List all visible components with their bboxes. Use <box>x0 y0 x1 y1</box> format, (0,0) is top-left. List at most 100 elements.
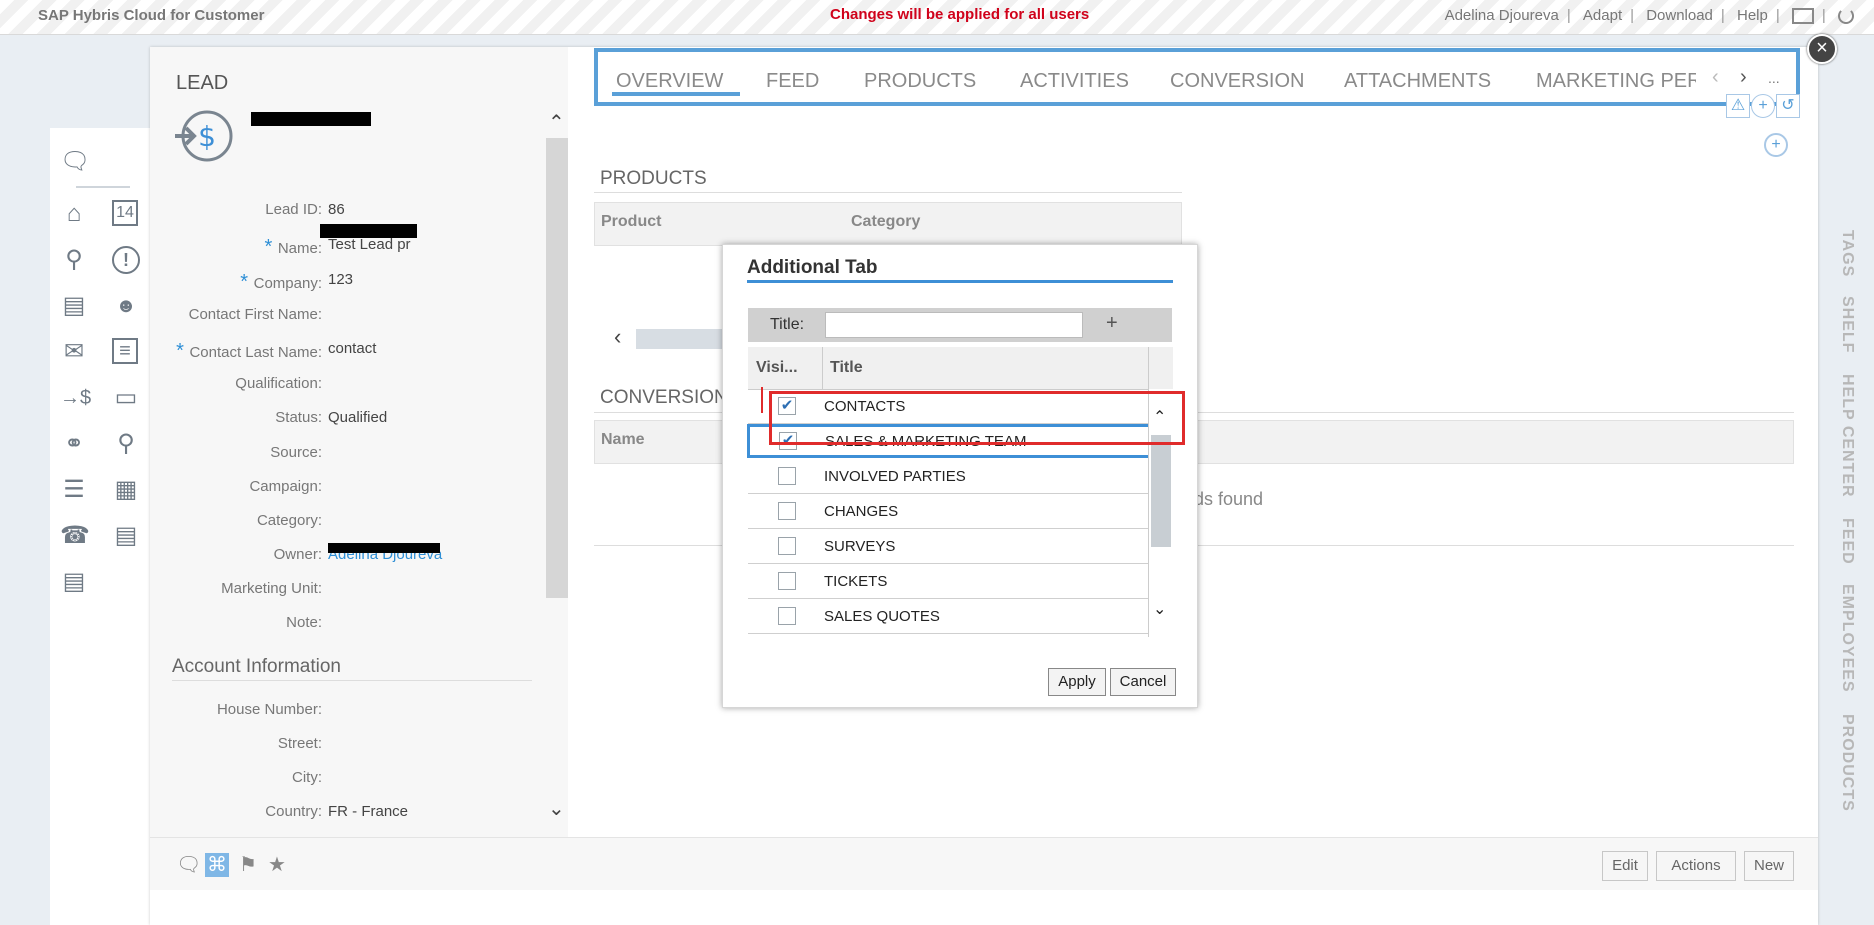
category-column-header[interactable]: Category <box>851 213 920 231</box>
title-input-bar: Title: + <box>748 308 1172 342</box>
field-label-text: Contact First Name: <box>188 306 322 323</box>
visible-checkbox[interactable] <box>778 572 796 590</box>
comment-icon[interactable]: 🗨 <box>176 853 201 877</box>
dialog-table-header-corner <box>1148 347 1173 390</box>
tab-option-row[interactable]: SALES QUOTES <box>748 599 1148 634</box>
tab-attachments[interactable]: ATTACHMENTS <box>1344 70 1491 93</box>
account-field-row: City: <box>122 769 322 789</box>
visible-column-header[interactable]: Visi... <box>756 359 798 377</box>
account-field-label: House Number: <box>216 701 322 718</box>
product-column-header[interactable]: Product <box>601 213 661 231</box>
visible-checkbox[interactable] <box>778 607 796 625</box>
visible-checkbox[interactable] <box>778 467 796 485</box>
window-icon[interactable] <box>1791 8 1814 25</box>
tab-option-row[interactable]: CHANGES <box>748 494 1148 529</box>
dialog-scroll-thumb[interactable] <box>1151 435 1171 547</box>
products-grid-header: Product Category <box>594 202 1182 246</box>
rss-feed-icon[interactable]: ⌘ <box>205 853 229 877</box>
add-section-icon[interactable]: + <box>1764 133 1788 157</box>
required-marker: * <box>176 340 190 362</box>
field-label: Contact First Name: <box>122 306 322 323</box>
visible-checkbox[interactable] <box>778 537 796 555</box>
field-label: Owner: <box>122 546 322 563</box>
field-label: Campaign: <box>122 478 322 495</box>
download-link[interactable]: Download <box>1646 7 1713 24</box>
account-field-label: City: <box>292 769 322 786</box>
scrollbar-thumb[interactable] <box>546 138 568 598</box>
field-label: Lead ID: <box>122 201 322 218</box>
field-label: * Name: <box>122 236 322 259</box>
add-tab-button[interactable]: + <box>1106 312 1118 335</box>
side-employees[interactable]: EMPLOYEES <box>1838 584 1856 693</box>
side-products[interactable]: PRODUCTS <box>1838 714 1856 812</box>
title-column-header[interactable]: Title <box>830 359 863 377</box>
chevron-up-icon[interactable]: ⌃ <box>548 110 565 135</box>
side-shelf[interactable]: SHELF <box>1838 296 1856 353</box>
account-info-heading: Account Information <box>172 656 341 677</box>
tab-option-label: INVOLVED PARTIES <box>824 468 966 485</box>
side-tags[interactable]: TAGS <box>1838 230 1856 277</box>
conversion-heading: CONVERSION <box>600 387 728 408</box>
leads-icon[interactable]: →$ <box>60 384 91 412</box>
tabs-scroll-right-icon[interactable]: › <box>1740 66 1747 89</box>
home-icon[interactable]: ⌂ <box>60 200 88 228</box>
reset-layout-icon[interactable]: ↺ <box>1776 94 1800 118</box>
details-scrollbar[interactable] <box>546 138 568 598</box>
tab-option-row[interactable]: INVOLVED PARTIES <box>748 459 1148 494</box>
field-label-text: Lead ID: <box>265 201 322 218</box>
tab-products[interactable]: PRODUCTS <box>864 70 976 93</box>
field-label-text: Campaign: <box>249 478 322 495</box>
help-link[interactable]: Help <box>1737 7 1768 24</box>
document-icon[interactable]: ▤ <box>60 292 88 320</box>
tab-option-row[interactable]: TICKETS <box>748 564 1148 599</box>
globe-icon[interactable]: ⚭ <box>60 430 88 458</box>
bottom-toolbar <box>150 837 1818 890</box>
star-icon[interactable]: ★ <box>265 853 289 877</box>
new-button[interactable]: New <box>1744 851 1794 881</box>
visible-checkbox[interactable] <box>778 502 796 520</box>
tab-marketing-permissions[interactable]: MARKETING PER <box>1536 70 1696 93</box>
rail-divider <box>76 186 130 188</box>
field-label: * Contact Last Name: <box>122 340 322 363</box>
tabs-scroll-left-icon[interactable]: ‹ <box>1712 66 1719 89</box>
edit-button[interactable]: Edit <box>1602 851 1648 881</box>
tab-option-row[interactable]: SURVEYS <box>748 529 1148 564</box>
side-help-center[interactable]: HELP CENTER <box>1838 374 1856 498</box>
power-icon[interactable] <box>1838 8 1854 25</box>
horizontal-scroll-thumb[interactable] <box>636 329 726 349</box>
mail-icon[interactable]: ✉ <box>60 338 88 366</box>
list-icon[interactable]: ☰ <box>60 476 88 504</box>
side-feed[interactable]: FEED <box>1838 518 1856 565</box>
actions-button[interactable]: Actions <box>1656 851 1736 881</box>
lead-dollar-icon: $ <box>175 110 233 162</box>
field-row: * Company: 123 <box>122 271 353 293</box>
warning-icon[interactable]: ⚠ <box>1726 94 1750 118</box>
products-horizontal-scrollbar[interactable]: ‹ <box>594 324 726 352</box>
separator: | <box>1566 7 1571 24</box>
phone-grid-icon[interactable]: ☎ <box>60 522 90 550</box>
tab-feed[interactable]: FEED <box>766 70 819 93</box>
field-label-text: Company: <box>253 275 322 292</box>
tabs-more-icon[interactable]: ... <box>1768 70 1780 86</box>
title-input[interactable] <box>825 312 1083 338</box>
report-icon[interactable]: ▤ <box>60 568 88 596</box>
search-icon[interactable]: ⚲ <box>60 246 88 274</box>
tab-conversion[interactable]: CONVERSION <box>1170 70 1304 93</box>
redaction-bar <box>328 543 440 553</box>
add-icon[interactable]: + <box>1751 94 1775 118</box>
close-icon[interactable]: × <box>1807 34 1837 64</box>
cancel-button[interactable]: Cancel <box>1110 668 1176 696</box>
field-value: contact <box>328 340 377 357</box>
tab-activities[interactable]: ACTIVITIES <box>1020 70 1129 93</box>
scroll-down-icon[interactable]: ⌄ <box>1153 599 1166 619</box>
chevron-down-icon[interactable]: ⌄ <box>548 796 565 821</box>
flag-icon[interactable]: ⚑ <box>236 853 260 877</box>
name-column-header[interactable]: Name <box>601 431 645 449</box>
adapt-link[interactable]: Adapt <box>1583 7 1622 24</box>
user-name-link[interactable]: Adelina Djoureva <box>1445 7 1559 24</box>
chat-icon[interactable]: 🗨 <box>60 148 90 176</box>
apply-button[interactable]: Apply <box>1048 668 1106 696</box>
tab-overview[interactable]: OVERVIEW <box>616 70 723 93</box>
scroll-left-icon[interactable]: ‹ <box>614 324 621 350</box>
tab-option-label: SALES QUOTES <box>824 608 940 625</box>
